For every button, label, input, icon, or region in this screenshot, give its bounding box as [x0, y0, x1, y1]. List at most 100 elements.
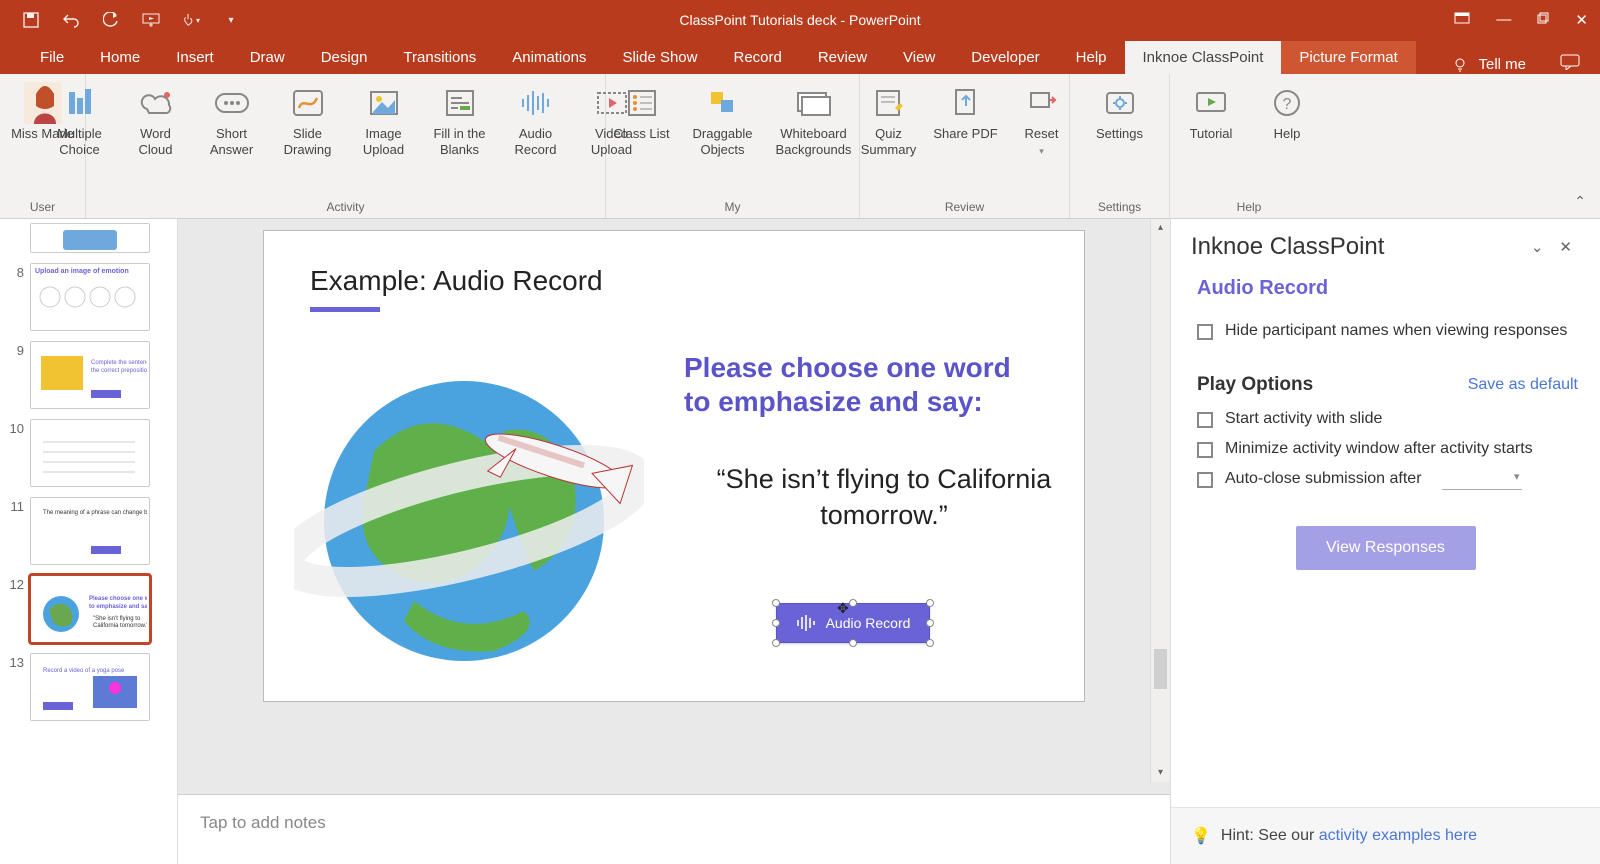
audio-record-button[interactable]: Audio Record — [502, 80, 570, 157]
touch-mode-icon[interactable]: ▾ — [182, 11, 200, 29]
group-user-label: User — [30, 200, 55, 216]
label-minimize: Minimize activity window after activity … — [1225, 440, 1533, 458]
svg-text:California tomorrow.": California tomorrow." — [93, 623, 147, 629]
resize-handle[interactable] — [926, 599, 934, 607]
scroll-down-icon[interactable]: ▾ — [1151, 764, 1170, 782]
ribbon-display-icon[interactable] — [1454, 11, 1470, 29]
resize-handle[interactable] — [849, 599, 857, 607]
minimize-icon[interactable]: — — [1496, 11, 1511, 29]
class-list-button[interactable]: Class List — [608, 80, 676, 142]
draggable-objects-button[interactable]: Draggable Objects — [684, 80, 762, 157]
pane-close-icon[interactable]: ✕ — [1551, 238, 1580, 256]
tab-home[interactable]: Home — [82, 41, 158, 74]
bulb-icon: 💡 — [1191, 826, 1211, 846]
thumb-8[interactable]: Upload an image of emotion — [30, 263, 150, 331]
close-icon[interactable]: ✕ — [1575, 11, 1588, 29]
reset-button[interactable]: Reset▾ — [1008, 80, 1076, 156]
resize-handle[interactable] — [926, 619, 934, 627]
autoclose-dropdown[interactable] — [1442, 470, 1522, 490]
collapse-ribbon-icon[interactable]: ⌃ — [1574, 193, 1586, 210]
tab-transitions[interactable]: Transitions — [385, 41, 494, 74]
workspace: 8Upload an image of emotion 9Complete th… — [0, 219, 1600, 864]
slide-title: Example: Audio Record — [310, 265, 1038, 297]
notes-pane[interactable]: Tap to add notes — [178, 794, 1170, 864]
maximize-icon[interactable] — [1537, 11, 1549, 29]
tab-design[interactable]: Design — [303, 41, 386, 74]
tab-file[interactable]: File — [22, 41, 82, 74]
resize-handle[interactable] — [772, 639, 780, 647]
checkbox-start-with-slide[interactable] — [1197, 412, 1213, 428]
whiteboard-backgrounds-button[interactable]: Whiteboard Backgrounds — [770, 80, 858, 157]
multiple-choice-button[interactable]: Multiple Choice — [46, 80, 114, 157]
save-as-default-link[interactable]: Save as default — [1468, 376, 1578, 394]
tell-me[interactable]: Tell me — [1478, 56, 1526, 73]
hint-text: Hint: See our — [1221, 827, 1319, 844]
resize-handle[interactable] — [772, 619, 780, 627]
play-options-heading: Play Options — [1197, 374, 1468, 396]
thumb-7[interactable] — [30, 223, 150, 253]
redo-icon[interactable] — [102, 11, 120, 29]
tab-classpoint[interactable]: Inknoe ClassPoint — [1125, 41, 1282, 74]
share-pdf-button[interactable]: Share PDF — [932, 80, 1000, 142]
checkbox-autoclose[interactable] — [1197, 472, 1213, 488]
settings-button[interactable]: Settings — [1086, 80, 1154, 142]
fill-blanks-button[interactable]: Fill in the Blanks — [426, 80, 494, 157]
thumb-11[interactable]: The meaning of a phrase can change based… — [30, 497, 150, 565]
vertical-scrollbar[interactable]: ▴ ▾ — [1150, 219, 1170, 782]
globe-image[interactable] — [294, 341, 644, 661]
slide-sorter[interactable]: 8Upload an image of emotion 9Complete th… — [0, 219, 178, 864]
scroll-up-icon[interactable]: ▴ — [1151, 219, 1170, 237]
save-icon[interactable] — [22, 11, 40, 29]
label-start-with-slide: Start activity with slide — [1225, 410, 1382, 428]
audio-record-slide-button[interactable]: Audio Record ✥ — [776, 603, 930, 643]
present-icon[interactable] — [142, 11, 160, 29]
tab-view[interactable]: View — [885, 41, 953, 74]
group-settings-label: Settings — [1098, 200, 1141, 216]
scroll-thumb[interactable] — [1154, 649, 1167, 689]
svg-text:Record a video of a yoga pose: Record a video of a yoga pose — [43, 668, 125, 674]
quiz-summary-button[interactable]: Quiz Summary — [854, 80, 924, 157]
tab-draw[interactable]: Draw — [232, 41, 303, 74]
slide-canvas[interactable]: Example: Audio Record Please choose one … — [264, 231, 1084, 701]
tab-developer[interactable]: Developer — [953, 41, 1057, 74]
svg-text:to emphasize and say:: to emphasize and say: — [89, 604, 147, 610]
tab-picture-format[interactable]: Picture Format — [1281, 41, 1415, 74]
thumb-13[interactable]: Record a video of a yoga pose — [30, 653, 150, 721]
thumb-10[interactable] — [30, 419, 150, 487]
word-cloud-button[interactable]: Word Cloud — [122, 80, 190, 157]
image-upload-button[interactable]: Image Upload — [350, 80, 418, 157]
tab-animations[interactable]: Animations — [494, 41, 604, 74]
svg-text:the correct preposition: the correct preposition — [91, 368, 147, 374]
tab-slideshow[interactable]: Slide Show — [604, 41, 715, 74]
thumb-12[interactable]: Please choose one word to emphasize and s… — [30, 575, 150, 643]
resize-handle[interactable] — [849, 639, 857, 647]
tab-review[interactable]: Review — [800, 41, 885, 74]
tutorial-button[interactable]: Tutorial — [1177, 80, 1245, 142]
checkbox-hide-names[interactable] — [1197, 324, 1213, 340]
undo-icon[interactable] — [62, 11, 80, 29]
audio-record-slide-button-label: Audio Record — [826, 615, 911, 631]
help-button[interactable]: ?Help — [1253, 80, 1321, 142]
slide-drawing-button[interactable]: Slide Drawing — [274, 80, 342, 157]
slide-quote: “She isn’t flying to California tomorrow… — [714, 461, 1054, 534]
tab-insert[interactable]: Insert — [158, 41, 232, 74]
tab-record[interactable]: Record — [715, 41, 799, 74]
tab-help[interactable]: Help — [1058, 41, 1125, 74]
resize-handle[interactable] — [772, 599, 780, 607]
title-bar: ▾ ▾ ClassPoint Tutorials deck - PowerPoi… — [0, 0, 1600, 40]
hint-link[interactable]: activity examples here — [1319, 827, 1477, 844]
resize-handle[interactable] — [926, 639, 934, 647]
group-help-label: Help — [1237, 200, 1262, 216]
view-responses-button[interactable]: View Responses — [1296, 526, 1476, 570]
svg-text:Please choose one word: Please choose one word — [89, 596, 147, 602]
short-answer-button[interactable]: Short Answer — [198, 80, 266, 157]
title-underline — [310, 307, 380, 312]
group-review-label: Review — [945, 200, 984, 216]
thumb-9[interactable]: Complete the sentence withthe correct pr… — [30, 341, 150, 409]
checkbox-minimize[interactable] — [1197, 442, 1213, 458]
pane-chevron-down-icon[interactable]: ⌄ — [1523, 238, 1552, 256]
qat-more-icon[interactable]: ▾ — [222, 11, 240, 29]
comments-icon[interactable] — [1560, 54, 1580, 74]
bulb-icon — [1452, 56, 1468, 72]
soundwave-icon — [796, 615, 816, 631]
